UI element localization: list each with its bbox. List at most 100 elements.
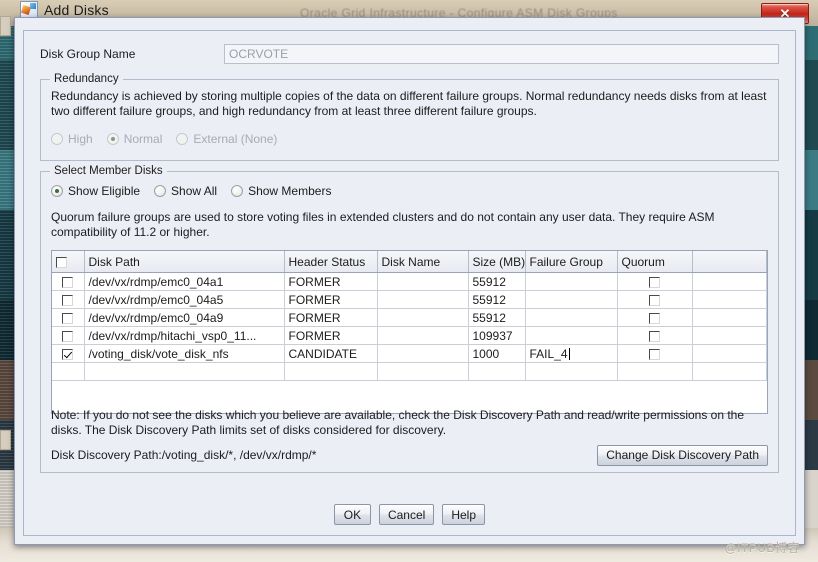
background-left-tab-top — [0, 16, 11, 36]
change-disk-discovery-path-button[interactable]: Change Disk Discovery Path — [597, 444, 768, 466]
window-title: Add Disks — [44, 1, 109, 18]
cell-quorum[interactable] — [617, 344, 693, 363]
table-row[interactable]: /dev/vx/rdmp/emc0_04a9 FORMER 55912 — [52, 308, 767, 327]
column-header-status[interactable]: Header Status — [284, 251, 378, 273]
cell-disk-name[interactable] — [377, 290, 469, 309]
cell-quorum[interactable] — [617, 290, 693, 309]
radio-show-all[interactable]: Show All — [154, 184, 217, 198]
quorum-checkbox[interactable] — [649, 348, 660, 360]
radio-label: Show Eligible — [68, 184, 141, 198]
cell-size-mb: 55912 — [468, 308, 526, 327]
row-select-checkbox-checked[interactable] — [62, 348, 74, 360]
disk-discovery-path-text: Disk Discovery Path:/voting_disk/*, /dev… — [51, 448, 317, 462]
cell-disk-name[interactable] — [377, 326, 469, 345]
row-select-checkbox[interactable] — [62, 276, 74, 288]
cell-size-mb: 109937 — [468, 326, 526, 345]
help-button[interactable]: Help — [442, 504, 486, 525]
radio-show-eligible[interactable]: Show Eligible — [51, 184, 140, 198]
cell-filler — [692, 272, 767, 291]
cell-header-status: FORMER — [284, 272, 378, 291]
screen: Oracle Grid Infrastructure - Configure A… — [0, 0, 818, 562]
radio-dot-icon — [176, 133, 189, 145]
redundancy-groupbox: Redundancy Redundancy is achieved by sto… — [40, 73, 779, 161]
table-row[interactable]: /voting_disk/vote_disk_nfs CANDIDATE 100… — [52, 344, 767, 363]
quorum-checkbox[interactable] — [649, 312, 660, 324]
row-select-cell[interactable] — [52, 308, 85, 327]
cell-quorum[interactable] — [617, 308, 693, 327]
cell-failure-group[interactable] — [525, 308, 618, 327]
cell-failure-group[interactable] — [525, 290, 618, 309]
disk-group-name-input[interactable] — [224, 44, 779, 64]
row-select-cell[interactable] — [52, 290, 85, 309]
row-select-checkbox[interactable] — [62, 330, 74, 342]
table-row[interactable]: /dev/vx/rdmp/emc0_04a1 FORMER 55912 — [52, 272, 767, 291]
radio-redundancy-normal[interactable]: Normal — [106, 132, 163, 146]
quorum-checkbox[interactable] — [649, 294, 660, 306]
cell-header-status: FORMER — [284, 308, 378, 327]
table-row[interactable]: /dev/vx/rdmp/emc0_04a5 FORMER 55912 — [52, 290, 767, 309]
cell-failure-group[interactable] — [525, 326, 618, 345]
row-select-checkbox[interactable] — [62, 312, 74, 324]
cell-failure-group-editing[interactable]: FAIL_4 — [525, 344, 618, 363]
cell-disk-path: /voting_disk/vote_disk_nfs — [84, 344, 285, 363]
discovery-path-row: Disk Discovery Path:/voting_disk/*, /dev… — [51, 444, 768, 466]
disks-table: Disk Path Header Status Disk Name Size (… — [52, 251, 767, 381]
column-size-mb[interactable]: Size (MB) — [468, 251, 526, 273]
column-failure-group[interactable]: Failure Group — [525, 251, 618, 273]
row-select-cell[interactable] — [52, 272, 85, 291]
empty-cell — [468, 362, 526, 381]
dialog-footer-buttons: OK Cancel Help — [24, 504, 795, 525]
row-select-cell[interactable] — [52, 344, 85, 363]
radio-redundancy-external[interactable]: External (None) — [176, 132, 277, 146]
add-disks-dialog: Disk Group Name Redundancy Redundancy is… — [14, 17, 805, 545]
empty-cell — [284, 362, 378, 381]
quorum-checkbox[interactable] — [649, 276, 660, 288]
column-disk-path[interactable]: Disk Path — [84, 251, 285, 273]
empty-cell — [692, 362, 767, 381]
column-disk-name[interactable]: Disk Name — [377, 251, 469, 273]
cell-disk-path: /dev/vx/rdmp/emc0_04a5 — [84, 290, 285, 309]
select-member-disks-groupbox: Select Member Disks Show Eligible Show A… — [40, 165, 779, 473]
cell-size-mb: 55912 — [468, 290, 526, 309]
header-select-all-cell[interactable] — [52, 251, 85, 273]
table-empty-row — [52, 362, 767, 381]
column-filler — [692, 251, 767, 273]
table-row[interactable]: /dev/vx/rdmp/hitachi_vsp0_11... FORMER 1… — [52, 326, 767, 345]
cell-filler — [692, 344, 767, 363]
cell-quorum[interactable] — [617, 326, 693, 345]
cell-disk-name[interactable] — [377, 308, 469, 327]
radio-label: Show Members — [248, 184, 332, 198]
radio-redundancy-high[interactable]: High — [51, 132, 93, 146]
cell-disk-name[interactable] — [377, 344, 469, 363]
cell-quorum[interactable] — [617, 272, 693, 291]
cell-failure-group[interactable] — [525, 272, 618, 291]
app-window-icon — [20, 1, 38, 18]
cell-filler — [692, 326, 767, 345]
radio-label: Show All — [171, 184, 218, 198]
row-select-checkbox[interactable] — [62, 294, 74, 306]
empty-cell — [377, 362, 469, 381]
cell-header-status: CANDIDATE — [284, 344, 378, 363]
select-all-checkbox[interactable] — [56, 256, 67, 268]
row-select-cell[interactable] — [52, 326, 85, 345]
radio-show-members[interactable]: Show Members — [231, 184, 331, 198]
cell-header-status: FORMER — [284, 326, 378, 345]
empty-cell — [84, 362, 285, 381]
cell-disk-path: /dev/vx/rdmp/emc0_04a1 — [84, 272, 285, 291]
column-quorum[interactable]: Quorum — [617, 251, 693, 273]
radio-dot-selected-icon — [51, 185, 63, 197]
radio-label: External (None) — [193, 132, 278, 146]
disks-note: Note: If you do not see the disks which … — [51, 408, 745, 437]
disk-filter-radio-group: Show Eligible Show All Show Members — [51, 184, 331, 198]
cancel-button[interactable]: Cancel — [378, 504, 435, 525]
failure-group-edit-value: FAIL_4 — [529, 346, 568, 361]
empty-cell — [52, 362, 85, 381]
ok-button[interactable]: OK — [333, 504, 371, 525]
radio-label: Normal — [123, 132, 163, 146]
quorum-checkbox[interactable] — [649, 330, 660, 342]
redundancy-radio-group: High Normal External (None) — [51, 132, 277, 146]
empty-cell — [617, 362, 693, 381]
disks-table-header-row: Disk Path Header Status Disk Name Size (… — [52, 251, 767, 273]
disks-table-container[interactable]: Disk Path Header Status Disk Name Size (… — [51, 250, 768, 414]
cell-disk-name[interactable] — [377, 272, 469, 291]
